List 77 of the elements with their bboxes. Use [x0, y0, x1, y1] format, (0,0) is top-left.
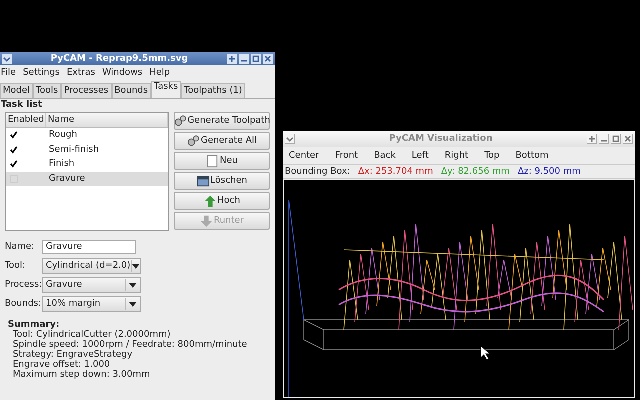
summary-line: Spindle speed: 1000rpm / Feedrate: 800mm/minute [12, 340, 248, 350]
gears-icon [174, 114, 187, 128]
dimension-value: Δz: 9.500 mm [518, 166, 581, 176]
window-title: PyCAM - Reprap9.5mm.svg [50, 54, 190, 64]
task-name: Semi-finish [48, 144, 100, 155]
maximize-icon[interactable] [611, 134, 621, 144]
window-title: PyCAM Visualization [388, 134, 494, 144]
summary-line: Tool: CylindricalCutter (2.0000mm) [12, 330, 172, 340]
pin-icon[interactable] [227, 54, 237, 64]
task-name: Gravure [48, 174, 86, 184]
close-icon[interactable] [263, 54, 273, 64]
menu-item[interactable]: Help [150, 68, 170, 78]
dropdown[interactable]: 10% margin [42, 296, 141, 312]
minimize-icon[interactable] [599, 134, 609, 144]
view-menu-item[interactable]: Bottom [516, 150, 549, 160]
dimension-value: Δx: 253.704 mm [358, 166, 434, 176]
view-menu-item[interactable]: Left [412, 150, 429, 160]
field-label: Process: [5, 280, 42, 290]
field-label: Bounds: [5, 299, 42, 309]
action-button[interactable]: Löschen [174, 172, 270, 190]
dropdown-arrow-icon [129, 282, 137, 288]
name-field[interactable]: Gravure [42, 240, 136, 254]
checkbox[interactable] [10, 160, 18, 168]
summary-line: Engrave offset: 1.000 [12, 360, 112, 370]
checkbox[interactable] [10, 146, 18, 154]
task-row[interactable]: Gravure [6, 172, 168, 186]
task-row[interactable]: Semi-finish [6, 142, 168, 157]
up-arrow-icon [204, 194, 217, 208]
action-button[interactable]: Generate All [174, 132, 270, 150]
tab[interactable]: Toolpaths (1) [181, 83, 246, 98]
tab[interactable]: Tasks [151, 81, 182, 98]
down-arrow-icon [200, 214, 213, 228]
summary-line: Strategy: EngraveStrategy [12, 350, 134, 360]
cursor-icon [480, 345, 491, 360]
view-menu-item[interactable]: Back [374, 150, 396, 160]
view-menu-item[interactable]: Front [335, 150, 358, 160]
dropdown[interactable]: Gravure [42, 277, 141, 293]
menu-item[interactable]: Extras [66, 68, 96, 78]
minimize-icon[interactable] [239, 54, 249, 64]
summary-line: Maximum step down: 3.00mm [12, 370, 152, 380]
gears-icon [186, 134, 200, 148]
pin-icon[interactable] [587, 134, 597, 144]
tab[interactable]: Processes [61, 83, 112, 98]
dropdown-arrow-icon [129, 302, 137, 306]
dimension-value: Δy: 82.656 mm [441, 166, 510, 176]
column-header[interactable]: Enabled [6, 113, 46, 127]
tab[interactable]: Model [0, 83, 34, 98]
document-icon [206, 154, 219, 168]
task-name: Rough [48, 130, 78, 140]
window-menu-icon[interactable] [2, 54, 12, 64]
view-menu-item[interactable]: Right [444, 150, 469, 160]
checkbox[interactable] [10, 131, 18, 140]
tab[interactable]: Bounds [112, 83, 152, 98]
view-menu-item[interactable]: Top [484, 150, 500, 160]
section-title: Task list [0, 99, 44, 112]
bounding-box-label: Bounding Box: [285, 166, 350, 176]
view-menu-item[interactable]: Center [289, 150, 320, 160]
column-header[interactable]: Name [46, 113, 168, 127]
field-label: Tool: [5, 261, 27, 271]
menu-item[interactable]: Settings [23, 68, 60, 78]
field-label: Name: [5, 242, 36, 252]
menu-item[interactable]: File [1, 68, 16, 78]
action-button[interactable]: Generate Toolpath [174, 112, 270, 130]
window-menu-icon[interactable] [285, 134, 295, 144]
menu-item[interactable]: Windows [102, 68, 143, 78]
action-button[interactable]: Neu [174, 152, 270, 170]
tab[interactable]: Tools [33, 83, 62, 98]
task-name: Finish [48, 159, 76, 170]
close-icon[interactable] [623, 134, 633, 144]
dropdown-arrow-icon [132, 264, 140, 268]
dropdown[interactable]: Cylindrical (d=2.0) [42, 258, 141, 274]
task-row[interactable]: Finish [6, 157, 168, 172]
action-button[interactable]: Hoch [174, 192, 270, 210]
drawer-icon [196, 174, 210, 188]
summary-title: Summary: [8, 320, 61, 330]
task-row[interactable]: Rough [6, 128, 168, 142]
maximize-icon[interactable] [251, 54, 261, 64]
